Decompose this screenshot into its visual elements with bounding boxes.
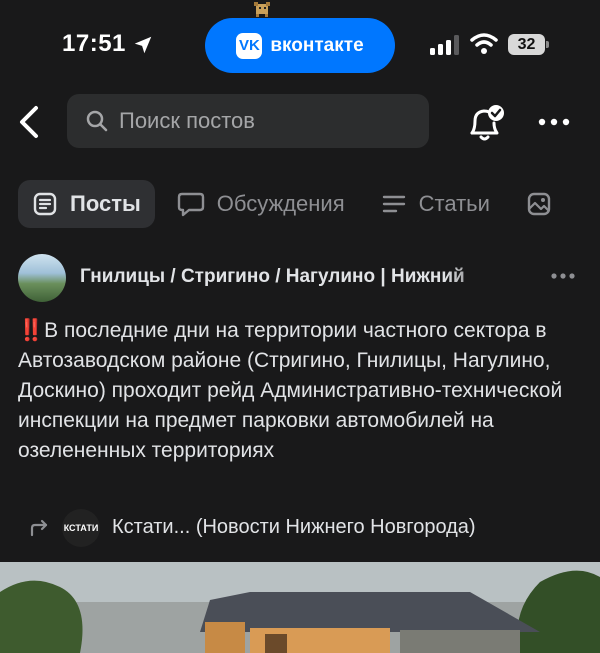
post-text: ‼️В последние дни на территории частного… xyxy=(18,316,578,466)
tab-photos[interactable] xyxy=(512,180,578,228)
back-button[interactable] xyxy=(14,100,44,144)
posts-icon xyxy=(33,192,57,216)
tab-articles[interactable]: Статьи xyxy=(367,180,504,228)
search-placeholder: Поиск постов xyxy=(119,108,255,133)
battery-icon: 32 xyxy=(508,34,550,56)
vk-logo-icon: VK xyxy=(236,32,263,59)
post-body: В последние дни на территории частного с… xyxy=(18,319,563,462)
tab-discussions[interactable]: Обсуждения xyxy=(163,180,359,228)
cellular-signal-icon xyxy=(430,35,459,55)
photos-icon xyxy=(527,192,551,216)
location-arrow-icon xyxy=(134,36,152,54)
notification-bell-button[interactable] xyxy=(463,101,507,145)
tab-bar: Посты Обсуждения Статьи xyxy=(18,179,586,229)
repost-source-name[interactable]: Кстати... (Новости Нижнего Новгорода) xyxy=(112,516,476,539)
repost-avatar-label: КСТАТИ xyxy=(63,523,99,533)
group-avatar[interactable] xyxy=(18,254,66,302)
search-icon xyxy=(86,110,108,132)
articles-icon xyxy=(382,195,405,213)
pixel-pet-icon xyxy=(254,2,270,17)
tab-posts[interactable]: Посты xyxy=(18,180,155,228)
post-menu-icon[interactable] xyxy=(550,268,576,284)
discussions-icon xyxy=(177,192,204,217)
wifi-icon xyxy=(470,33,498,54)
repost-source-avatar[interactable]: КСТАТИ xyxy=(62,509,100,547)
double-exclamation-icon: ‼️ xyxy=(18,319,45,342)
tab-label: Статьи xyxy=(418,191,490,216)
battery-level: 32 xyxy=(517,35,536,53)
repost-arrow-icon xyxy=(30,519,48,537)
tab-label: Обсуждения xyxy=(216,191,345,216)
search-input[interactable]: Поиск постов xyxy=(67,94,429,148)
group-name[interactable]: Гнилицы / Стригино / Нагулино | Нижний xyxy=(80,266,510,288)
status-time: 17:51 xyxy=(62,30,126,57)
post-photo[interactable] xyxy=(0,562,600,653)
more-options-button[interactable] xyxy=(537,108,571,136)
vk-app-pill[interactable]: VK вконтакте xyxy=(205,18,395,73)
vk-app-label: вконтакте xyxy=(270,34,364,56)
tab-label: Посты xyxy=(70,191,141,216)
